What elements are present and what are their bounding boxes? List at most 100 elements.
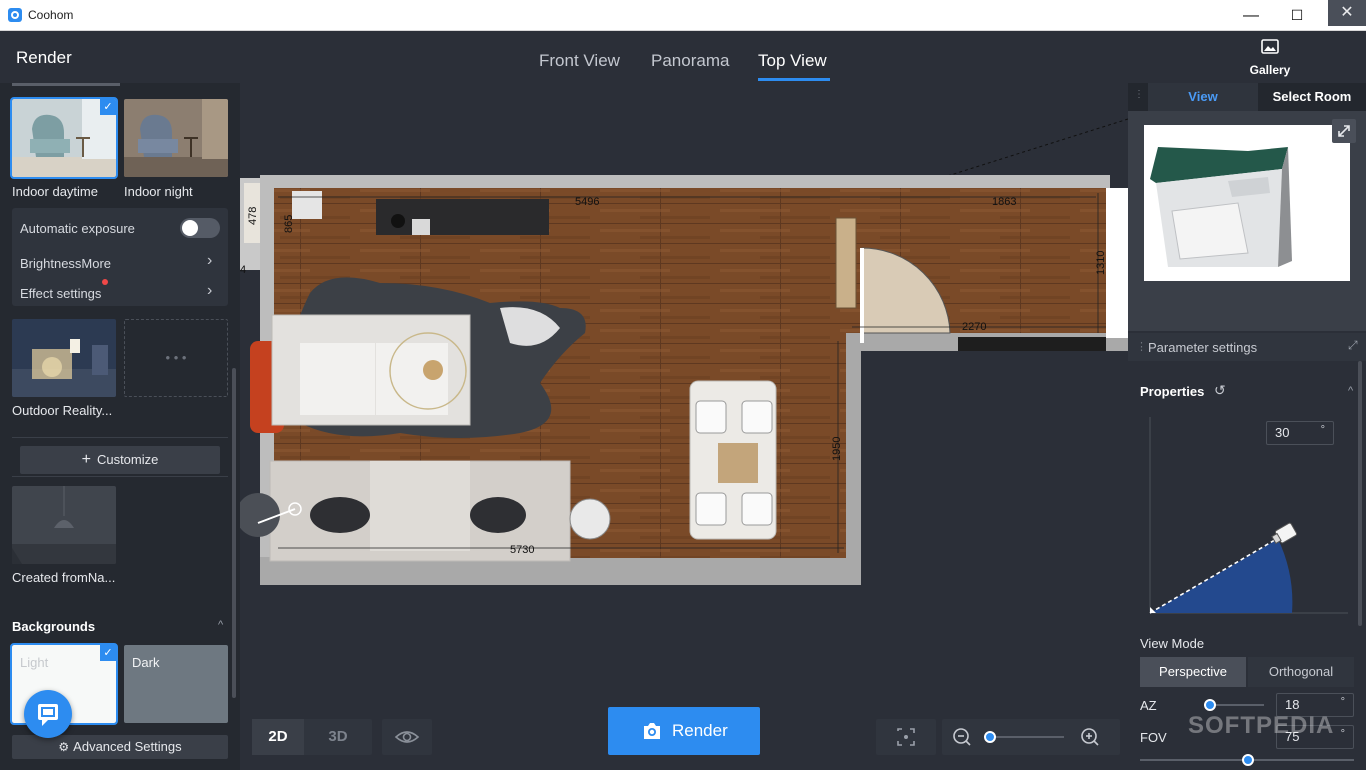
drag-handle-icon[interactable]: ⋮ xyxy=(1134,89,1144,100)
render-button[interactable]: Render xyxy=(608,707,760,755)
view-panel: ⋮ View Select Room ⋮ Parameter settings … xyxy=(1128,83,1366,770)
expand-preview-button[interactable] xyxy=(1332,119,1356,143)
automatic-exposure-toggle[interactable] xyxy=(180,218,220,238)
collapse-backgrounds-icon[interactable]: ^ xyxy=(218,619,223,631)
camera-angle-widget[interactable]: 30 ° xyxy=(1140,413,1354,621)
brightness-row[interactable]: BrightnessMore xyxy=(20,256,111,271)
fit-view-button[interactable] xyxy=(876,719,936,755)
dimension-label: 1310 xyxy=(1095,251,1107,275)
close-render-button[interactable]: ✕ xyxy=(1328,0,1366,26)
maximize-button[interactable]: ☐ xyxy=(1274,0,1320,31)
gallery-button[interactable]: Gallery xyxy=(1240,39,1300,77)
brightness-chevron-icon: › xyxy=(207,252,213,269)
tab-front-view[interactable]: Front View xyxy=(539,51,620,71)
pillow-left xyxy=(310,497,370,533)
az-value: 18 xyxy=(1285,697,1300,712)
effect-settings-chevron-icon: › xyxy=(207,282,213,299)
view-tabs: ⋮ View Select Room xyxy=(1128,83,1366,111)
parameter-settings-label: Parameter settings xyxy=(1148,340,1258,355)
floorplan-canvas[interactable]: 5496 1863 1310 2270 1950 5730 865 478 4 xyxy=(240,83,1128,770)
3d-preview[interactable] xyxy=(1128,111,1366,331)
customize-button[interactable]: + Customize xyxy=(20,446,220,474)
visibility-button[interactable] xyxy=(382,719,432,755)
reset-icon[interactable]: ↺ xyxy=(1214,382,1226,399)
decor-box xyxy=(412,219,430,235)
fov-slider-knob[interactable] xyxy=(1242,754,1254,766)
zoom-slider-knob[interactable] xyxy=(984,731,996,743)
background-light-label: Light xyxy=(20,655,49,670)
gallery-icon xyxy=(1261,39,1279,54)
selected-check-icon: ✓ xyxy=(100,645,116,661)
zoom-in-icon[interactable] xyxy=(1078,719,1102,755)
created-from-thumbnail xyxy=(12,486,116,564)
divider xyxy=(12,437,228,438)
drag-handle-icon[interactable]: ⋮ xyxy=(1136,340,1147,353)
gear-icon: ⚙ xyxy=(58,740,70,754)
fit-screen-icon xyxy=(897,728,915,746)
pitch-angle-input[interactable]: 30 ° xyxy=(1266,421,1334,445)
scene-indoor-night[interactable] xyxy=(124,99,228,177)
dimension-label: 1863 xyxy=(992,196,1016,208)
background-dark[interactable]: Dark xyxy=(124,645,228,723)
sofa-cushion-left xyxy=(300,343,375,415)
dining-chair xyxy=(695,400,727,434)
dimension-label: 865 xyxy=(283,215,295,233)
tab-top-view[interactable]: Top View xyxy=(758,51,827,71)
title-bar: Coohom — ☐ ✕ xyxy=(0,0,1366,31)
render-settings-panel: ✓ Indoor daytime Indoor night Automatic … xyxy=(0,83,240,770)
advanced-settings-button[interactable]: ⚙ Advanced Settings xyxy=(12,735,228,759)
tab-select-room[interactable]: Select Room xyxy=(1258,83,1366,111)
collapse-properties-icon[interactable]: ^ xyxy=(1348,385,1353,397)
scene-created-from[interactable] xyxy=(12,486,116,564)
sofa-seat-middle xyxy=(370,461,470,551)
floorplan-drawing[interactable]: 5496 1863 1310 2270 1950 5730 865 478 4 xyxy=(240,83,1128,770)
fov-label: FOV xyxy=(1140,730,1167,745)
dimension-label: 5730 xyxy=(510,544,534,556)
expand-icon xyxy=(1338,125,1350,137)
minimize-button[interactable]: — xyxy=(1228,0,1274,31)
right-panel-scrollbar[interactable] xyxy=(1358,361,1362,626)
camera-center[interactable] xyxy=(423,360,443,380)
popout-icon[interactable]: ⤢ xyxy=(1348,338,1358,353)
mode-2d-button[interactable]: 2D xyxy=(252,719,304,755)
orthogonal-button[interactable]: Orthogonal xyxy=(1248,657,1354,687)
customize-label: Customize xyxy=(96,452,159,467)
notification-dot xyxy=(102,279,108,285)
tab-view[interactable]: View xyxy=(1148,83,1258,111)
3d-preview-render xyxy=(1128,111,1366,331)
zoom-controls xyxy=(942,719,1120,755)
view-mode-toggle: 2D 3D xyxy=(252,719,372,755)
dimension-label: 4 xyxy=(240,264,246,276)
dining-chair xyxy=(741,492,773,526)
parameter-settings-header: ⋮ Parameter settings ⤢ xyxy=(1128,333,1366,361)
chat-support-button[interactable] xyxy=(24,690,72,738)
dining-chair xyxy=(741,400,773,434)
exposure-settings-card: Automatic exposure BrightnessMore › Effe… xyxy=(12,208,228,306)
mode-3d-button[interactable]: 3D xyxy=(312,719,364,755)
divider xyxy=(12,476,228,477)
indoor-night-thumbnail xyxy=(124,99,228,177)
effect-settings-row[interactable]: Effect settings xyxy=(20,286,101,301)
scene-label-daytime: Indoor daytime xyxy=(12,184,98,199)
table-centerpiece xyxy=(718,443,758,483)
az-slider-knob[interactable] xyxy=(1204,699,1216,711)
properties-label: Properties xyxy=(1140,384,1205,399)
wall-top xyxy=(260,175,1110,188)
more-scenes-placeholder[interactable]: • • • xyxy=(124,319,228,397)
render-header: Render Front View Panorama Top View Gall… xyxy=(0,31,1366,83)
scene-label-night: Indoor night xyxy=(124,184,193,199)
zoom-slider-track[interactable] xyxy=(986,736,1064,738)
scene-indoor-daytime[interactable]: ✓ xyxy=(10,97,118,179)
shoe-rack xyxy=(835,217,857,309)
left-panel-scrollbar[interactable] xyxy=(232,368,236,698)
degree-unit: ° xyxy=(1320,424,1325,436)
perspective-button[interactable]: Perspective xyxy=(1140,657,1246,687)
dimension-label: 5496 xyxy=(575,196,599,208)
camera-icon xyxy=(644,723,660,739)
pillow-right xyxy=(470,497,526,533)
active-tab-indicator xyxy=(758,78,830,81)
tab-panorama[interactable]: Panorama xyxy=(651,51,729,71)
zoom-out-icon[interactable] xyxy=(950,719,974,755)
advanced-settings-label: Advanced Settings xyxy=(73,739,182,754)
scene-outdoor-reality[interactable] xyxy=(12,319,116,397)
